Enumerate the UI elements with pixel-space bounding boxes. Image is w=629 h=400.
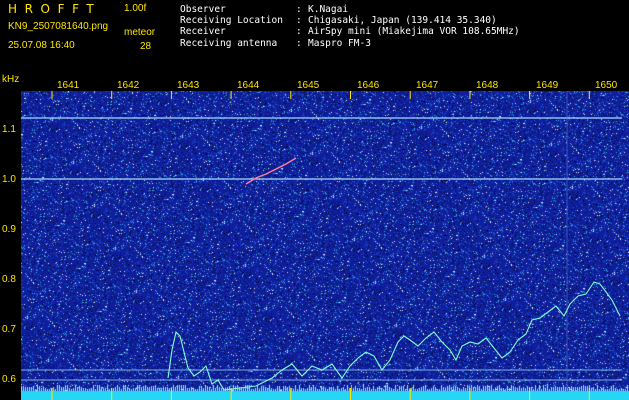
receiver-label: Receiver: [180, 26, 226, 37]
y-tick-label: 1.0: [2, 174, 16, 185]
x-tick-label: 1642: [117, 80, 140, 91]
y-tick-label: 0.9: [2, 224, 16, 235]
receiver-sep: :: [296, 26, 302, 37]
version-label: 1.00f: [124, 3, 147, 14]
x-tick-label: 1649: [536, 80, 559, 91]
antenna-value: Maspro FM-3: [308, 38, 371, 49]
x-tick-label: 1641: [57, 80, 80, 91]
x-tick-label: 1650: [595, 80, 618, 91]
app-title: HROFFT: [8, 2, 102, 16]
datetime-label: 25.07.08 16:40: [8, 40, 75, 51]
y-tick-label: 0.6: [2, 374, 16, 385]
x-tick-label: 1645: [297, 80, 320, 91]
mode-label: meteor: [124, 27, 156, 38]
filename-label: KN9_2507081640.png: [8, 21, 109, 32]
receiver-value: AirSpy mini (Miakejima VOR 108.65MHz): [308, 26, 520, 37]
y-tick-label: 0.7: [2, 324, 16, 335]
spectrogram-display: [21, 91, 629, 400]
antenna-label: Receiving antenna: [180, 38, 278, 49]
x-tick-label: 1647: [416, 80, 439, 91]
y-tick-label: 0.8: [2, 274, 16, 285]
y-tick-label: 1.1: [2, 124, 16, 135]
x-tick-label: 1644: [237, 80, 260, 91]
x-tick-label: 1646: [357, 80, 380, 91]
y-axis-unit: kHz: [2, 74, 20, 85]
x-tick-label: 1648: [476, 80, 499, 91]
antenna-sep: :: [296, 38, 302, 49]
x-tick-label: 1643: [177, 80, 200, 91]
count-label: 28: [140, 41, 152, 52]
